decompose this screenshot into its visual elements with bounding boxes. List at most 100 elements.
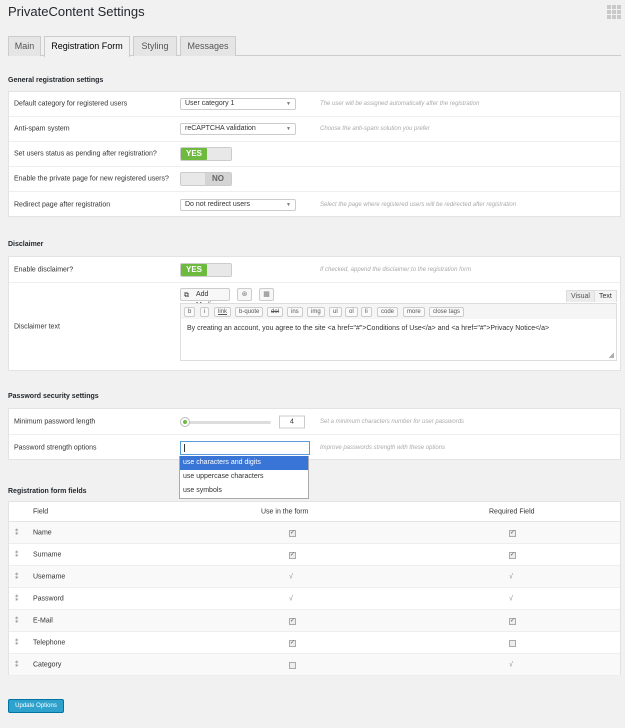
tab-text[interactable]: Text [594,290,617,302]
tab-registration-form[interactable]: Registration Form [44,36,130,57]
drag-handle-icon[interactable]: ⁑ [15,661,19,669]
row-pending: Set users status as pending after regist… [9,142,620,167]
header-use: Use in the form [261,508,309,515]
drag-handle-icon[interactable]: ⁑ [15,551,19,559]
table-row: ⁑ E-Mail [9,610,620,632]
drag-handle-icon[interactable]: ⁑ [15,595,19,603]
toggle-disclaimer[interactable]: YES [180,262,232,277]
section-title-fields: Registration form fields [8,488,87,495]
tab-visual[interactable]: Visual [566,290,595,302]
tab-bar: Main Registration Form Styling Messages [8,36,621,57]
qt-close-tags[interactable]: close tags [429,307,465,317]
qt-link[interactable]: link [214,307,232,317]
select-value: reCAPTCHA validation [185,125,256,132]
section-title-general: General registration settings [8,77,104,84]
qt-li[interactable]: li [361,307,372,317]
use-checkbox[interactable] [289,639,296,647]
qt-bold[interactable]: b [184,307,196,317]
header-required: Required Field [489,508,535,515]
add-media-button[interactable]: ⧉Add Media [180,288,230,309]
required-checkbox[interactable] [509,617,516,625]
use-locked-tick-icon: √ [289,573,293,580]
qt-more[interactable]: more [403,307,425,317]
toggle-pending[interactable]: YES [180,147,232,161]
field-name: Surname [33,551,62,558]
required-locked-tick-icon: √ [509,573,513,580]
label-enable-disclaimer: Enable disclaimer? [14,266,74,273]
table-row: ⁑ Surname [9,544,620,566]
disclaimer-content: By creating an account, you agree to the… [187,325,550,332]
required-checkbox[interactable] [509,639,516,647]
table-row: ⁑ Telephone [9,632,620,654]
header-field: Field [33,508,49,515]
qt-ins[interactable]: ins [287,307,303,317]
toggle-knob [207,263,231,276]
option-symbols[interactable]: use symbols [180,484,308,498]
toggle-knob [181,173,205,185]
general-settings-card: Default category for registered users Us… [8,91,621,217]
option-chars-digits[interactable]: use characters and digits [180,456,308,470]
field-name: Telephone [33,639,66,646]
gallery-icon[interactable]: ⊛ [237,288,252,301]
qt-code[interactable]: code [377,307,399,317]
toggle-state: YES [181,148,207,160]
label-min-length: Minimum password length [14,418,96,425]
select-value: User category 1 [185,100,235,107]
toggle-private-page[interactable]: NO [180,172,232,186]
drag-handle-icon[interactable]: ⁑ [15,573,19,581]
resize-handle-icon[interactable]: ◢ [609,351,614,359]
update-options-button[interactable]: Update Options [8,699,64,713]
label-pending: Set users status as pending after regist… [14,150,157,158]
required-checkbox[interactable] [509,529,516,537]
chevron-down-icon: ▼ [286,101,291,107]
required-checkbox[interactable] [509,551,516,559]
chevron-down-icon: ▼ [286,201,291,208]
row-enable-disclaimer: Enable disclaimer? YES If checked, appen… [9,257,620,283]
field-name: Password [33,595,64,602]
section-title-disclaimer: Disclaimer [8,241,44,248]
select-redirect[interactable]: Do not redirect users ▼ [180,198,296,211]
table-row: ⁑ Name [9,522,620,544]
disclaimer-textarea[interactable]: By creating an account, you agree to the… [180,319,617,361]
desc-antispam: Choose the anti-spam solution you prefer [320,126,430,132]
tab-messages[interactable]: Messages [180,36,236,56]
disclaimer-editor: ⧉Add Media ⊛ ▦ Visual Text b i link b-qu… [180,288,617,366]
use-checkbox[interactable] [289,661,296,669]
label-redirect: Redirect page after registration [14,201,111,208]
label-antispam: Anti-spam system [14,125,70,133]
qt-ol[interactable]: ol [345,307,358,317]
select-antispam[interactable]: reCAPTCHA validation ▼ [180,123,296,135]
qt-img[interactable]: img [307,307,325,317]
option-uppercase[interactable]: use uppercase characters [180,470,308,484]
desc-min-length: Set a minimum characters number for user… [320,418,465,425]
qt-italic[interactable]: i [200,307,210,317]
label-strength: Password strength options [14,444,97,452]
slider-handle[interactable] [180,416,190,427]
drag-handle-icon[interactable]: ⁑ [15,529,19,537]
qt-ul[interactable]: ul [329,307,342,317]
strength-options-dropdown: use characters and digits use uppercase … [179,456,309,499]
desc-redirect: Select the page where registered users w… [320,201,517,208]
select-default-category[interactable]: User category 1 ▼ [180,98,296,110]
min-length-input[interactable]: 4 [279,415,305,428]
password-card: Minimum password length 4 Set a minimum … [8,408,621,460]
use-checkbox[interactable] [289,529,296,537]
desc-enable-disclaimer: If checked, append the disclaimer to the… [320,266,472,273]
tab-main[interactable]: Main [8,36,41,56]
use-checkbox[interactable] [289,551,296,559]
row-redirect: Redirect page after registration Do not … [9,192,620,217]
desc-default-category: The user will be assigned automatically … [320,101,480,107]
use-checkbox[interactable] [289,617,296,625]
qt-bquote[interactable]: b-quote [235,307,264,317]
slider-track[interactable] [183,420,271,424]
grid-icon[interactable]: ▦ [259,288,274,301]
label-private-page: Enable the private page for new register… [14,175,169,183]
drag-handle-icon[interactable]: ⁑ [15,639,19,647]
drag-handle-icon[interactable]: ⁑ [15,617,19,625]
tab-styling[interactable]: Styling [133,36,177,56]
strength-multiselect-input[interactable] [180,441,310,455]
qt-del[interactable]: del [267,307,284,317]
field-name: E-Mail [33,617,53,624]
row-disclaimer-text: Disclaimer text ⧉Add Media ⊛ ▦ Visual Te… [9,283,620,370]
screen-options-icon[interactable] [607,5,621,19]
